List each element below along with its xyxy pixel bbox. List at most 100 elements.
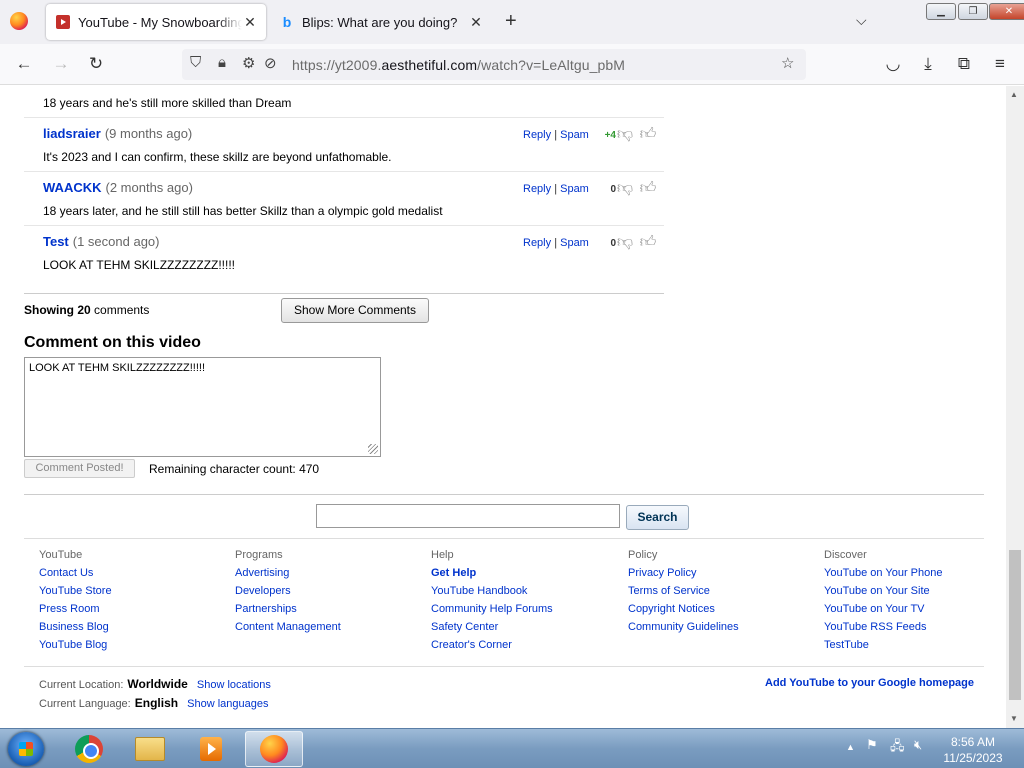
reply-link[interactable]: Reply xyxy=(523,183,551,195)
bookmark-star-icon[interactable]: ☆ xyxy=(781,54,794,72)
thumbs-up-icon[interactable]: 👍︎ xyxy=(639,125,657,145)
spam-link[interactable]: Spam xyxy=(560,183,589,195)
spam-link[interactable]: Spam xyxy=(560,129,589,141)
comment-posted-button[interactable]: Comment Posted! xyxy=(24,459,135,478)
scroll-down-icon[interactable]: ▼ xyxy=(1010,714,1018,723)
current-location: Current Location: Worldwide Show location… xyxy=(39,677,271,691)
list-tabs-chevron-icon[interactable]: ⌵ xyxy=(856,12,867,29)
footer-link[interactable]: Community Guidelines xyxy=(628,621,739,639)
youtube-favicon-icon xyxy=(56,15,70,29)
footer-link[interactable]: YouTube RSS Feeds xyxy=(824,621,942,639)
thumbs-down-icon[interactable]: 👎︎ xyxy=(616,125,634,145)
spam-link[interactable]: Spam xyxy=(560,237,589,249)
footer-link[interactable]: Creator's Corner xyxy=(431,639,553,657)
thumbs-down-icon[interactable]: 👎︎ xyxy=(616,233,634,253)
volume-muted-icon[interactable]: 🔇︎ xyxy=(914,737,922,753)
taskbar-explorer[interactable] xyxy=(121,731,179,767)
footer-link[interactable]: Safety Center xyxy=(431,621,553,639)
lock-icon[interactable]: 🔒︎ xyxy=(218,54,226,71)
taskbar-clock[interactable]: 8:56 AM 11/25/2023 xyxy=(936,734,1010,766)
thumbs-up-icon[interactable]: 👍︎ xyxy=(639,179,657,199)
add-to-google-link[interactable]: Add YouTube to your Google homepage xyxy=(765,677,974,689)
divider xyxy=(24,293,664,294)
footer-link[interactable]: YouTube Handbook xyxy=(431,585,553,603)
showing-count: Showing 20 comments xyxy=(24,303,150,317)
tab-youtube[interactable]: YouTube - My Snowboarding Skillz ✕ xyxy=(46,4,266,40)
new-tab-icon[interactable]: + xyxy=(505,11,517,31)
extensions-icon[interactable]: ⧉ xyxy=(953,53,975,75)
page-scrollbar[interactable]: ▲ ▼ xyxy=(1006,86,1024,728)
reload-icon[interactable]: ↻ xyxy=(85,53,107,75)
search-button[interactable]: Search xyxy=(626,505,689,530)
footer-link[interactable]: Business Blog xyxy=(39,621,112,639)
footer-link[interactable]: Community Help Forums xyxy=(431,603,553,621)
comment-author-link[interactable]: Test (1 second ago) xyxy=(43,234,160,249)
footer-link[interactable]: Press Room xyxy=(39,603,112,621)
firefox-icon xyxy=(260,735,288,763)
footer-column-discover: Discover YouTube on Your Phone YouTube o… xyxy=(824,549,942,657)
network-icon[interactable]: 🖧︎ xyxy=(890,737,905,759)
footer-link[interactable]: Content Management xyxy=(235,621,341,639)
taskbar-chrome[interactable] xyxy=(60,731,118,767)
comment-form-heading: Comment on this video xyxy=(24,334,201,351)
downloads-icon[interactable]: ⤓ xyxy=(917,53,939,75)
show-more-comments-button[interactable]: Show More Comments xyxy=(281,298,429,323)
footer-link[interactable]: Copyright Notices xyxy=(628,603,739,621)
comment-author-link[interactable]: liadsraier (9 months ago) xyxy=(43,126,192,141)
comment-author-link[interactable]: WAACKK (2 months ago) xyxy=(43,180,193,195)
footer-link[interactable]: TestTube xyxy=(824,639,942,657)
tab-title: Blips: What are you doing? xyxy=(302,14,458,30)
url-bar[interactable]: ⛉ 🔒︎ ⚙ ⊘ https://yt2009.aesthetiful.com/… xyxy=(182,49,806,80)
back-arrow-icon[interactable]: ← xyxy=(13,53,35,75)
start-button[interactable] xyxy=(8,732,44,766)
comment-textarea[interactable]: LOOK AT TEHM SKILZZZZZZZZ!!!!! xyxy=(24,357,381,457)
footer-link[interactable]: Developers xyxy=(235,585,341,603)
footer-link[interactable]: YouTube on Your Phone xyxy=(824,567,942,585)
footer-heading: Programs xyxy=(235,549,283,561)
shield-icon[interactable]: ⛉ xyxy=(190,54,201,71)
folder-icon xyxy=(135,737,165,761)
comment-body: It's 2023 and I can confirm, these skill… xyxy=(43,150,392,164)
thumbs-down-icon[interactable]: 👎︎ xyxy=(616,179,634,199)
footer-link[interactable]: Get Help xyxy=(431,567,553,585)
reply-link[interactable]: Reply xyxy=(523,237,551,249)
scrollbar-thumb[interactable] xyxy=(1009,550,1021,700)
minimize-icon[interactable]: ▁ xyxy=(926,3,956,20)
thumbs-up-icon[interactable]: 👍︎ xyxy=(639,233,657,253)
reply-link[interactable]: Reply xyxy=(523,129,551,141)
firefox-menu-icon[interactable] xyxy=(10,12,28,30)
search-input[interactable] xyxy=(316,504,620,528)
hamburger-menu-icon[interactable]: ≡ xyxy=(989,53,1011,75)
comment-item: Test (1 second ago) Reply | Spam 0 👎︎ 👍︎ … xyxy=(24,225,664,279)
resize-grip-icon[interactable] xyxy=(368,444,378,454)
tab-blips[interactable]: b Blips: What are you doing? ✕ xyxy=(270,4,492,40)
tracking-blocked-icon[interactable]: ⊘ xyxy=(264,54,277,72)
footer-link[interactable]: Terms of Service xyxy=(628,585,739,603)
taskbar: ▲ ⚑ 🖧︎ 🔇︎ 8:56 AM 11/25/2023 xyxy=(0,728,1024,768)
show-locations-link[interactable]: Show locations xyxy=(197,679,271,691)
url-text[interactable]: https://yt2009.aesthetiful.com/watch?v=L… xyxy=(292,57,625,73)
forward-arrow-icon[interactable]: → xyxy=(50,53,72,75)
footer-link[interactable]: YouTube Blog xyxy=(39,639,112,657)
tab-close-icon[interactable]: ✕ xyxy=(468,14,484,31)
footer-link[interactable]: YouTube on Your Site xyxy=(824,585,942,603)
tab-close-icon[interactable]: ✕ xyxy=(242,14,258,31)
footer-link[interactable]: YouTube Store xyxy=(39,585,112,603)
comment-age: (9 months ago) xyxy=(104,126,193,141)
taskbar-media-player[interactable] xyxy=(182,731,240,767)
window-close-icon[interactable]: ✕ xyxy=(989,3,1024,20)
footer-link[interactable]: Contact Us xyxy=(39,567,112,585)
permissions-icon[interactable]: ⚙ xyxy=(242,54,255,72)
taskbar-firefox[interactable] xyxy=(245,731,303,767)
footer-link[interactable]: Partnerships xyxy=(235,603,341,621)
footer-link[interactable]: YouTube on Your TV xyxy=(824,603,942,621)
scroll-up-icon[interactable]: ▲ xyxy=(1010,90,1018,99)
footer-link[interactable]: Privacy Policy xyxy=(628,567,739,585)
restore-icon[interactable]: ❐ xyxy=(958,3,988,20)
action-center-icon[interactable]: ⚑ xyxy=(866,737,878,753)
current-language: Current Language: English Show languages xyxy=(39,696,269,710)
show-languages-link[interactable]: Show languages xyxy=(187,698,268,710)
pocket-icon[interactable]: ◡ xyxy=(882,53,904,75)
footer-link[interactable]: Advertising xyxy=(235,567,341,585)
tray-expand-icon[interactable]: ▲ xyxy=(846,742,855,752)
